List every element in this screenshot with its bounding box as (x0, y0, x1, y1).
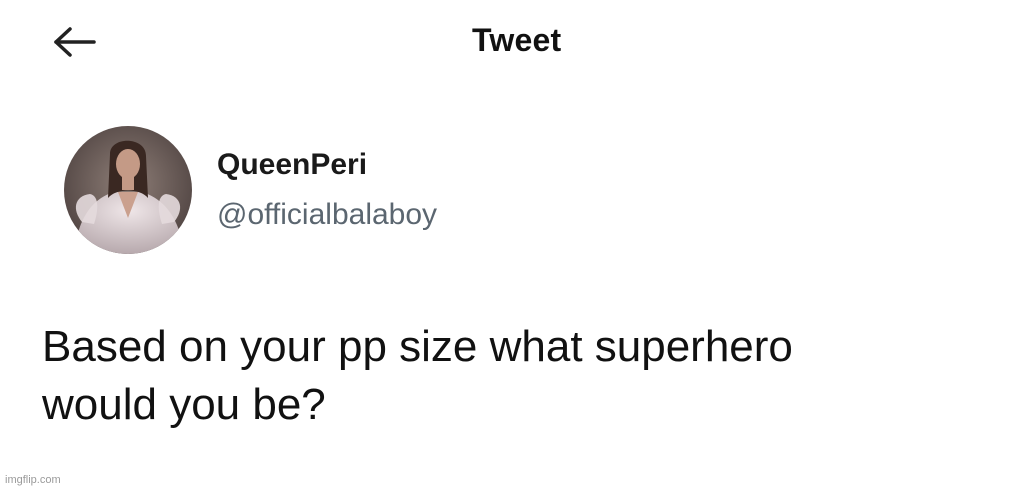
back-button[interactable] (50, 24, 102, 60)
avatar[interactable] (64, 126, 192, 254)
tweet-text-line-1: Based on your pp size what superhero (42, 322, 793, 371)
author-handle[interactable]: @officialbalaboy (217, 198, 437, 232)
watermark: imgflip.com (5, 474, 61, 486)
author-display-name[interactable]: QueenPeri (217, 148, 367, 182)
top-bar: Tweet (0, 0, 1026, 90)
tweet-text-line-2: would you be? (42, 380, 326, 429)
avatar-photo (64, 126, 192, 254)
arrow-left-icon (54, 27, 96, 57)
tweet-text: Based on your pp size what superhero wou… (42, 318, 1002, 434)
page-title: Tweet (472, 22, 562, 58)
tweet-author: QueenPeri @officialbalaboy (64, 126, 764, 256)
